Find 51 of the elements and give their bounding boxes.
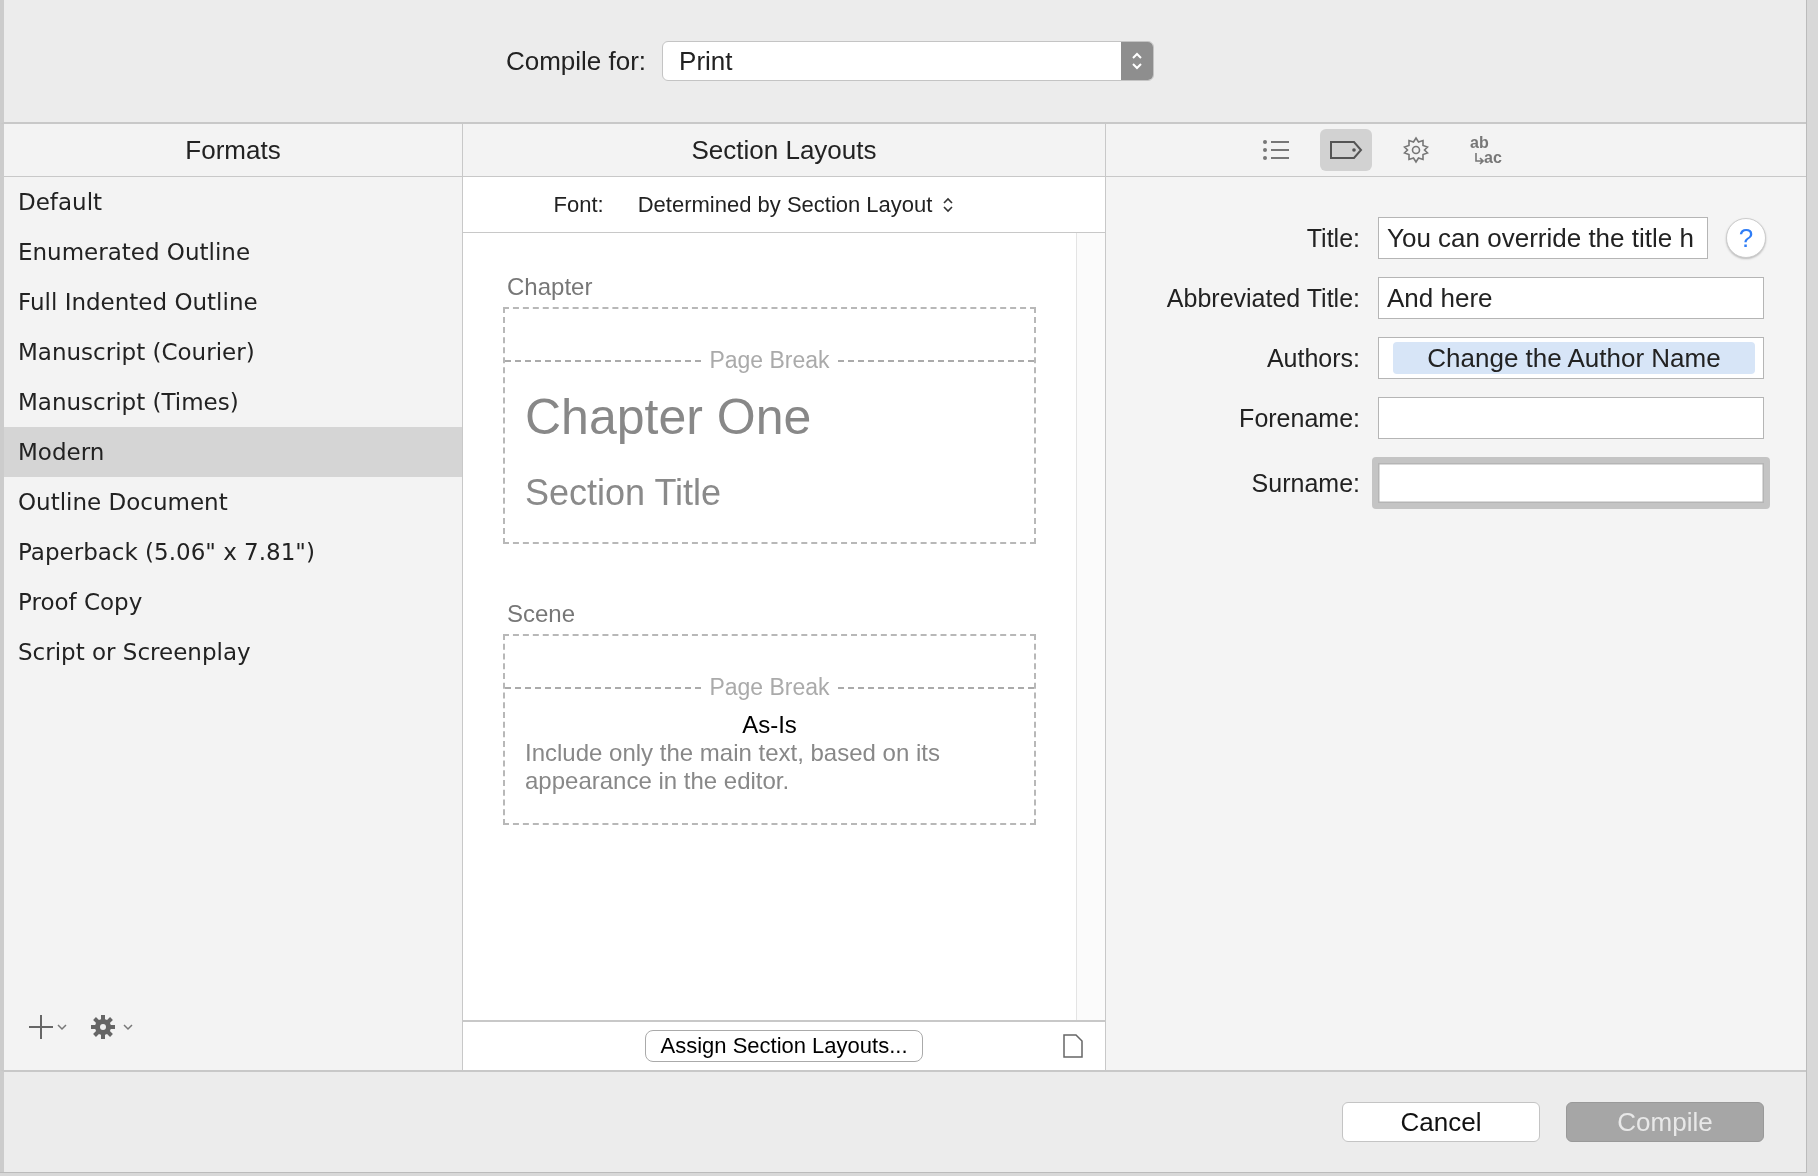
field-label: Title: [1305, 223, 1361, 253]
format-list-item[interactable]: Manuscript (Times) [4, 377, 462, 427]
section-layout-preview[interactable]: Page Break As-Is Include only the main text, based on its appearance in the editor. [503, 634, 1036, 825]
chevron-up-down-icon [1130, 50, 1145, 72]
format-list-item[interactable]: Manuscript (Courier) [4, 327, 462, 377]
page-break-label: Page Break [709, 347, 830, 374]
section-type-label: Chapter [507, 273, 594, 301]
dialog-button[interactable]: Cancel [1342, 1102, 1540, 1142]
chapter-heading: Chapter One [525, 388, 813, 446]
field-label: Authors: [1265, 343, 1361, 373]
author-token[interactable]: Change the Author Name [1393, 342, 1755, 374]
format-list-item[interactable]: Default [4, 177, 462, 227]
section-layout-preview[interactable]: Page Break Chapter One Section Title [503, 307, 1036, 544]
replace-from-text: ab [1470, 135, 1490, 150]
font-dropdown[interactable]: Determined by Section Layout [637, 191, 955, 218]
format-list-item[interactable]: Enumerated Outline [4, 227, 462, 277]
help-button[interactable]: ? [1726, 218, 1766, 258]
assign-section-layouts-button[interactable]: Assign Section Layouts... [645, 1030, 923, 1062]
column-header: Section Layouts [691, 134, 877, 166]
arrow-icon [1474, 153, 1485, 165]
field-label: Abbreviated Title: [1165, 283, 1361, 313]
format-list-item[interactable]: Script or Screenplay [4, 627, 462, 677]
format-list-item[interactable]: Outline Document [4, 477, 462, 527]
section-type-label: Scene [507, 600, 577, 628]
gear-icon [1402, 136, 1430, 164]
compile-for-dropdown[interactable]: Print [662, 41, 1155, 81]
format-list-item[interactable]: Full Indented Outline [4, 277, 462, 327]
section-title: Section Title [525, 472, 723, 514]
field-label: Forename: [1238, 403, 1361, 433]
document-icon[interactable] [1063, 1034, 1083, 1058]
replacements-tab[interactable]: ab ac [1460, 129, 1512, 171]
replace-to-text: ac [1484, 150, 1502, 165]
add-menu-icon[interactable] [26, 1014, 70, 1040]
compile-for-label: Compile for: [505, 45, 647, 77]
text-field[interactable]: You can override the title h [1378, 217, 1708, 259]
font-label: Font: [553, 191, 604, 218]
tag-tab[interactable] [1320, 129, 1372, 171]
text-field[interactable] [1372, 457, 1770, 509]
tag-icon [1329, 140, 1363, 160]
format-list-item[interactable]: Paperback (5.06" x 7.81") [4, 527, 462, 577]
page-break-label: Page Break [709, 674, 830, 701]
field-label: Surname: [1250, 468, 1361, 498]
authors-field[interactable]: Change the Author Name [1378, 337, 1764, 379]
layout-name: As-Is [741, 711, 798, 739]
column-header: Formats [185, 134, 281, 166]
layout-description: Include only the main text, based on its appearance in the editor. [525, 739, 941, 795]
text-field[interactable]: And here [1378, 277, 1764, 319]
list-icon [1262, 139, 1290, 161]
format-list-item[interactable]: Proof Copy [4, 577, 462, 627]
format-list-item[interactable]: Modern [4, 427, 462, 477]
text-field[interactable] [1378, 397, 1764, 439]
